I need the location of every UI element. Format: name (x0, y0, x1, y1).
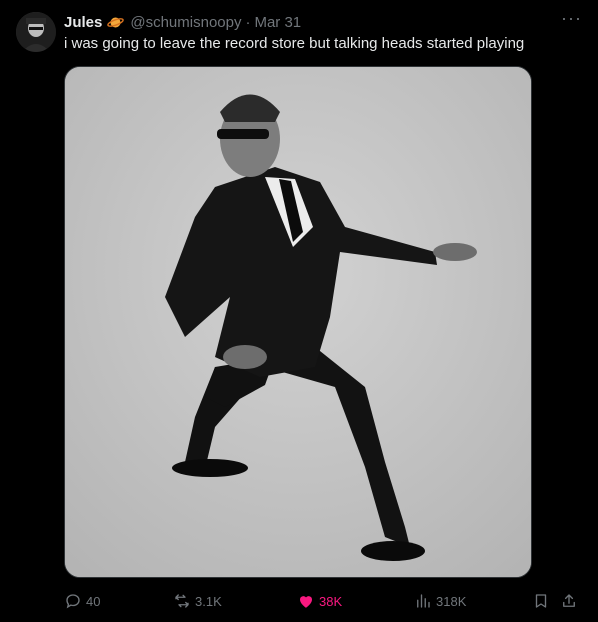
views-button[interactable]: 318K (414, 589, 466, 613)
author-name[interactable]: Jules (64, 14, 102, 31)
repost-button[interactable]: 3.1K (173, 589, 222, 613)
bookmark-button[interactable] (532, 589, 550, 613)
like-count: 38K (319, 593, 343, 609)
reply-count: 40 (86, 593, 101, 609)
bookmark-icon (535, 594, 547, 608)
tweet-text: i was going to leave the record store bu… (64, 35, 525, 52)
tweet-header: Jules @schumisnoopy · Mar 31 (64, 12, 582, 32)
share-icon (563, 594, 575, 607)
more-options-icon[interactable]: ··· (561, 8, 582, 29)
planet-icon (107, 15, 125, 30)
like-button[interactable]: 38K (297, 589, 342, 613)
dancing-man-photo (65, 67, 531, 577)
author-handle[interactable]: @schumisnoopy (130, 14, 241, 31)
views-icon (417, 594, 430, 608)
tweet-actions: 40 3.1K 38K 318K (64, 589, 582, 613)
avatar-image (16, 12, 56, 52)
tweet-date[interactable]: Mar 31 (254, 14, 301, 31)
reply-icon (66, 594, 80, 609)
repost-icon (175, 594, 189, 608)
date-separator: · (245, 13, 251, 31)
repost-count: 3.1K (195, 593, 222, 609)
avatar[interactable] (16, 12, 56, 52)
heart-icon (300, 596, 312, 608)
views-count: 318K (436, 593, 467, 609)
reply-button[interactable]: 40 (64, 589, 100, 613)
tweet-media[interactable] (64, 66, 532, 578)
share-button[interactable] (560, 589, 578, 613)
